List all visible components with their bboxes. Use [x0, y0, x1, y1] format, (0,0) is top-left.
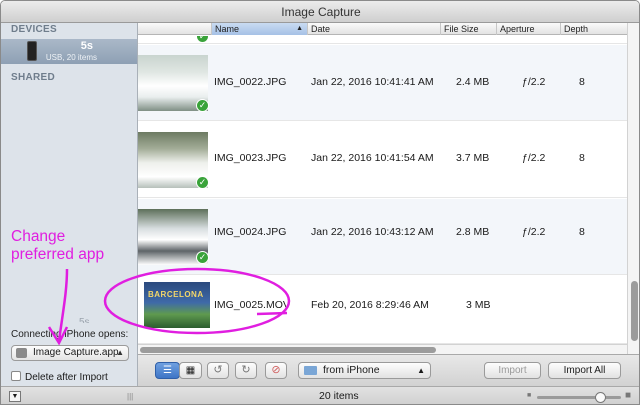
vertical-scrollbar[interactable] [627, 23, 639, 354]
import-all-button[interactable]: Import All [548, 362, 621, 379]
table-row-partial[interactable]: ✓ [138, 36, 627, 44]
window-title: Image Capture [281, 5, 361, 19]
rotate-right-button[interactable]: ↻ [235, 362, 257, 379]
horizontal-scrollbar[interactable] [138, 344, 627, 354]
annotation-line-1: Change [11, 228, 66, 245]
annotation-line-2: preferred app [11, 246, 105, 263]
status-bar: ▼ ||| 20 items ■ ■ [1, 386, 639, 404]
file-aperture: ƒ/2.2 [522, 76, 546, 88]
file-name: IMG_0025.MOV [214, 299, 290, 311]
video-thumbnail: BARCELONA [144, 282, 210, 328]
device-settings-panel: Connecting iPhone opens: Image Capture.a… [1, 323, 137, 386]
file-name: IMG_0022.JPG [214, 76, 287, 88]
table-row[interactable]: ✓ IMG_0023.JPG Jan 22, 2016 10:41:54 AM … [138, 122, 627, 198]
device-name: 5s [80, 40, 93, 52]
column-header-name[interactable]: Name ▲ [211, 23, 307, 35]
app-icon [16, 348, 27, 358]
popup-arrows-icon: ▲ [116, 348, 124, 357]
delete-icon: ⊘ [271, 364, 281, 376]
iphone-icon [27, 41, 37, 61]
file-name: IMG_0023.JPG [214, 152, 287, 164]
column-header-file-size[interactable]: File Size [440, 23, 496, 35]
column-header-date[interactable]: Date [307, 23, 440, 35]
list-view-icon: ☰ [163, 365, 172, 376]
grid-view-icon: ▦ [185, 365, 196, 376]
thumbnail-size-slider[interactable] [537, 392, 621, 403]
file-size: 2.4 MB [456, 76, 490, 88]
file-depth: 8 [579, 152, 585, 164]
file-date: Feb 20, 2016 8:29:46 AM [311, 299, 429, 311]
delete-after-import-checkbox[interactable] [11, 371, 21, 381]
table-row[interactable]: ✓ IMG_0022.JPG Jan 22, 2016 10:41:41 AM … [138, 45, 627, 121]
table-row[interactable]: ✓ IMG_0024.JPG Jan 22, 2016 10:43:12 AM … [138, 199, 627, 275]
preferred-app-select[interactable]: Image Capture.app ▲ [11, 345, 129, 361]
rotate-left-icon: ↺ [213, 364, 223, 376]
connecting-label: Connecting iPhone opens: [11, 329, 129, 340]
large-thumbnail-icon: ■ [625, 390, 632, 401]
imported-check-icon: ✓ [196, 36, 209, 43]
file-date: Jan 22, 2016 10:43:12 AM [311, 226, 434, 238]
file-size: 2.8 MB [456, 226, 490, 238]
file-depth: 8 [579, 76, 585, 88]
small-thumbnail-icon: ■ [527, 392, 532, 399]
folder-icon [304, 366, 317, 375]
preferred-app-value: Image Capture.app [33, 347, 119, 358]
file-name: IMG_0024.JPG [214, 226, 287, 238]
scroll-knob[interactable] [631, 281, 638, 341]
icon-view-button[interactable]: ▦ [179, 362, 202, 379]
file-aperture: ƒ/2.2 [522, 152, 546, 164]
photo-list: ✓ ✓ IMG_0022.JPG Jan 22, 2016 10:41:41 A… [138, 36, 627, 344]
import-to-value: from iPhone [323, 364, 380, 376]
bottom-toolbar: ☰ ▦ ↺ ↻ ⊘ from iPhone ▲ Import Import Al… [138, 354, 639, 386]
device-subtitle: USB, 20 items [45, 53, 97, 62]
list-view-button[interactable]: ☰ [155, 362, 180, 379]
rotate-left-button[interactable]: ↺ [207, 362, 229, 379]
file-depth: 8 [579, 226, 585, 238]
image-capture-window: Image Capture DEVICES 5s USB, 20 items S… [0, 0, 640, 405]
delete-after-import-row[interactable]: Delete after Import [11, 371, 108, 383]
import-button[interactable]: Import [484, 362, 541, 379]
imported-check-icon: ✓ [196, 99, 209, 112]
rotate-right-icon: ↻ [241, 364, 251, 376]
title-bar: Image Capture [1, 1, 639, 23]
scroll-knob[interactable] [140, 347, 436, 353]
shared-header: SHARED [11, 72, 56, 83]
popup-arrows-icon: ▲ [417, 366, 425, 375]
resize-grip-icon[interactable]: ||| [127, 392, 133, 401]
delete-after-import-label: Delete after Import [25, 372, 108, 383]
column-header-depth[interactable]: Depth [560, 23, 627, 35]
column-header-aperture[interactable]: Aperture [496, 23, 560, 35]
sidebar-toggle-icon[interactable]: ▼ [9, 391, 21, 402]
file-size: 3 MB [466, 299, 491, 311]
imported-check-icon: ✓ [196, 176, 209, 189]
import-to-select[interactable]: from iPhone ▲ [298, 362, 431, 379]
file-size: 3.7 MB [456, 152, 490, 164]
item-count: 20 items [319, 390, 359, 402]
annotation-text: Change preferred app [11, 228, 131, 264]
thumbnail-caption: BARCELONA [148, 290, 204, 299]
devices-header: DEVICES [11, 24, 58, 35]
file-date: Jan 22, 2016 10:41:41 AM [311, 76, 434, 88]
sort-ascending-icon: ▲ [296, 25, 303, 32]
table-header: Name ▲ Date File Size Aperture Depth [138, 23, 627, 35]
delete-button[interactable]: ⊘ [265, 362, 287, 379]
sidebar: DEVICES 5s USB, 20 items SHARED 5s Conne… [1, 23, 138, 386]
table-row[interactable]: BARCELONA IMG_0025.MOV Feb 20, 2016 8:29… [138, 276, 627, 344]
device-item-iphone[interactable]: 5s USB, 20 items [1, 39, 137, 64]
imported-check-icon: ✓ [196, 251, 209, 264]
file-aperture: ƒ/2.2 [522, 226, 546, 238]
file-date: Jan 22, 2016 10:41:54 AM [311, 152, 434, 164]
slider-knob[interactable] [595, 392, 606, 403]
